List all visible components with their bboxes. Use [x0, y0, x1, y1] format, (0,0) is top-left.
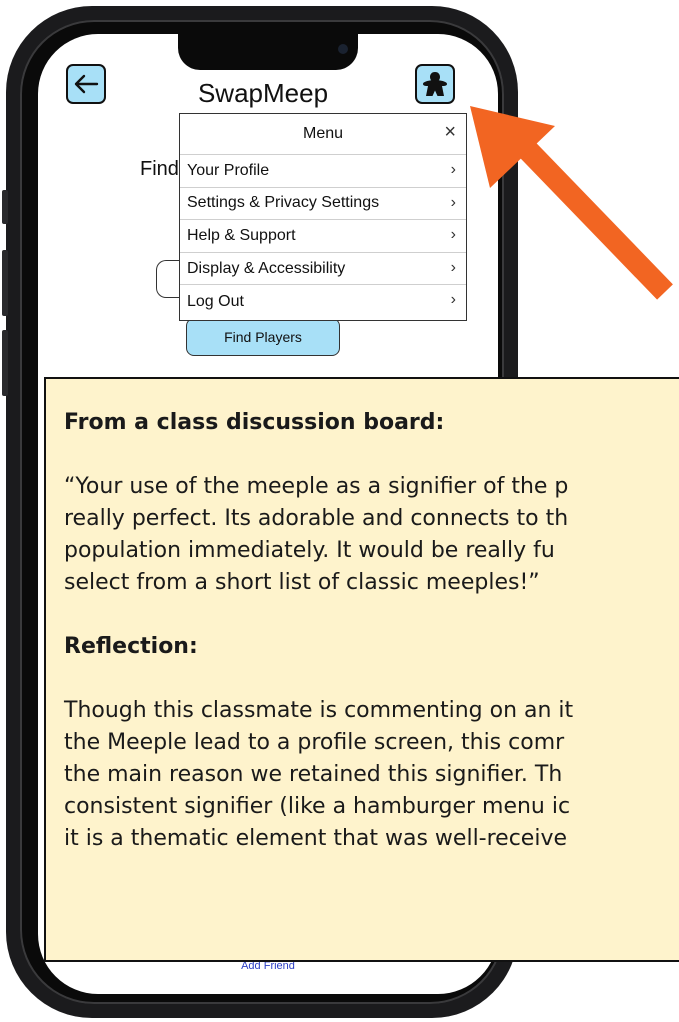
camera-notch	[178, 34, 358, 70]
chevron-right-icon: ›	[450, 161, 456, 178]
volume-up-button	[2, 250, 8, 316]
menu-item-log-out[interactable]: Log Out ›	[180, 285, 466, 318]
mute-switch	[2, 190, 8, 224]
menu-item-your-profile[interactable]: Your Profile ›	[180, 155, 466, 188]
camera-icon	[338, 44, 348, 54]
annotation-note: From a class discussion board: “Your use…	[44, 377, 679, 962]
app-title: SwapMeep	[197, 78, 329, 108]
menu-item-label: Help & Support	[187, 226, 296, 244]
back-button[interactable]	[66, 64, 106, 104]
arrow-left-icon	[74, 74, 99, 94]
chevron-right-icon: ›	[450, 226, 456, 244]
menu-item-help[interactable]: Help & Support ›	[180, 220, 466, 253]
close-icon[interactable]: ×	[444, 122, 456, 142]
note-heading-source: From a class discussion board:	[64, 410, 445, 435]
profile-menu-button[interactable]	[415, 64, 455, 104]
menu-item-settings[interactable]: Settings & Privacy Settings ›	[180, 188, 466, 221]
chevron-right-icon: ›	[450, 258, 456, 276]
menu-item-label: Log Out	[187, 292, 244, 310]
menu-title: Menu	[302, 125, 344, 142]
menu-item-label: Your Profile	[187, 161, 270, 179]
menu-item-label: Display & Accessibility	[187, 259, 346, 277]
annotation-arrow	[470, 106, 673, 300]
menu-item-display[interactable]: Display & Accessibility ›	[180, 253, 466, 286]
menu-item-label: Settings & Privacy Settings	[187, 194, 380, 212]
menu-header: Menu ×	[180, 114, 466, 155]
find-label: Find	[140, 158, 179, 180]
volume-down-button	[2, 330, 8, 396]
dropdown-menu: Menu × Your Profile › Settings & Privacy…	[179, 113, 467, 321]
meeple-icon	[423, 72, 447, 96]
chevron-right-icon: ›	[450, 193, 456, 211]
note-quote: “Your use of the meeple as a signifier o…	[64, 474, 569, 595]
find-players-button[interactable]: Find Players	[186, 318, 340, 356]
chevron-right-icon: ›	[450, 291, 456, 309]
note-reflection: Though this classmate is commenting on a…	[64, 698, 574, 851]
note-heading-reflection: Reflection:	[64, 634, 198, 659]
